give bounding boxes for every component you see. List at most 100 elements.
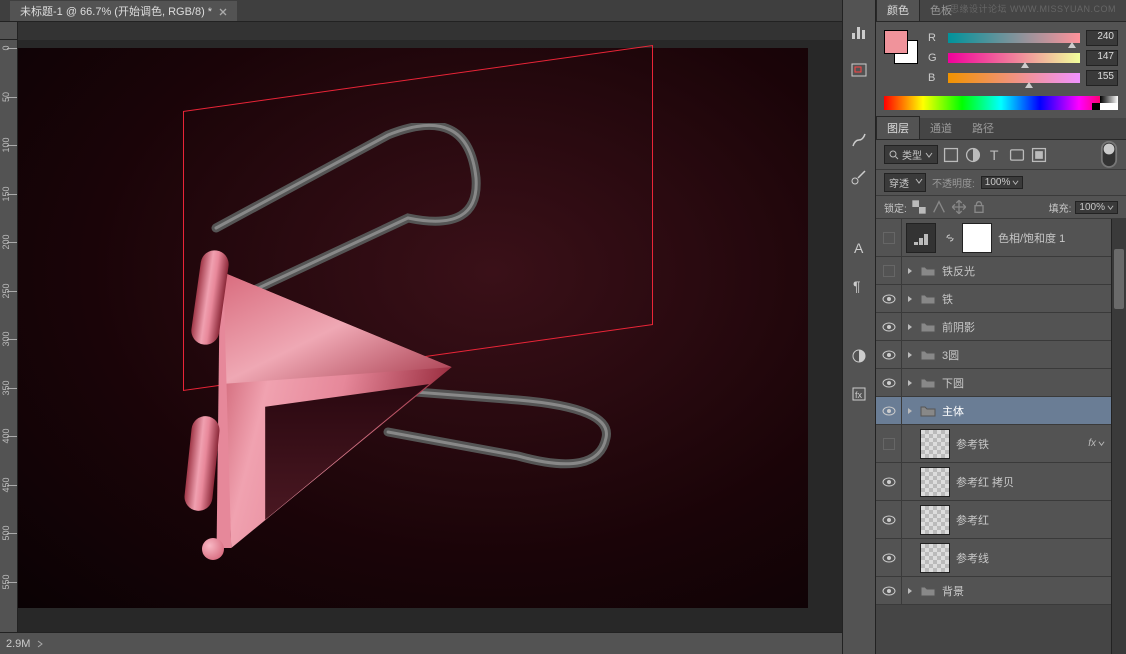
visibility-toggle[interactable] [876, 257, 902, 284]
character-icon[interactable]: A [847, 236, 871, 260]
layer-name[interactable]: 参考红 [956, 512, 1111, 528]
visibility-toggle[interactable] [876, 577, 902, 604]
color-spectrum[interactable] [884, 96, 1118, 110]
tab-channels[interactable]: 通道 [920, 117, 962, 139]
mask-thumb[interactable] [962, 223, 992, 253]
visibility-toggle[interactable] [876, 313, 902, 340]
layer-list-scrollbar[interactable] [1111, 219, 1126, 654]
slider-thumb[interactable] [1068, 42, 1076, 48]
layer-name[interactable]: 铁 [942, 291, 1111, 307]
visibility-toggle[interactable] [876, 539, 902, 576]
color-slider-r[interactable] [948, 33, 1080, 43]
fg-color-swatch[interactable] [884, 30, 908, 54]
color-value-r[interactable]: 240 [1086, 30, 1118, 46]
slider-thumb[interactable] [1021, 62, 1029, 68]
layer-name[interactable]: 参考线 [956, 550, 1111, 566]
canvas-viewport[interactable] [18, 40, 842, 632]
expand-toggle[interactable] [902, 587, 918, 595]
brush-icon[interactable] [847, 128, 871, 152]
slider-thumb[interactable] [1025, 82, 1033, 88]
visibility-toggle[interactable] [876, 501, 902, 538]
scroll-thumb[interactable] [1114, 249, 1124, 309]
layer-row[interactable]: 参考线 [876, 539, 1111, 577]
visibility-toggle[interactable] [876, 285, 902, 312]
layer-row[interactable]: 背景 [876, 577, 1111, 605]
brush-settings-icon[interactable] [847, 166, 871, 190]
opacity-field[interactable]: 100% [981, 176, 1024, 189]
histogram-icon[interactable] [847, 20, 871, 44]
tab-paths[interactable]: 路径 [962, 117, 1004, 139]
fill-field[interactable]: 100% [1075, 201, 1118, 214]
layer-thumb[interactable] [920, 429, 950, 459]
layer-name[interactable]: 前阴影 [942, 319, 1111, 335]
filter-text-icon[interactable]: T [986, 146, 1004, 164]
layer-list[interactable]: 色相/饱和度 1 铁反光铁前阴影 3圆下圆主体参考铁fx 参考红 拷贝参考红参考线背… [876, 219, 1111, 654]
expand-toggle[interactable] [902, 407, 918, 415]
layer-row[interactable]: 前阴影 [876, 313, 1111, 341]
visibility-toggle[interactable] [876, 219, 902, 256]
layer-row[interactable]: 色相/饱和度 1 [876, 219, 1111, 257]
navigator-icon[interactable] [847, 58, 871, 82]
layer-name[interactable]: 参考铁 [956, 436, 1088, 452]
layer-row[interactable]: 主体 [876, 397, 1111, 425]
visibility-toggle[interactable] [876, 425, 902, 462]
layer-row[interactable]: 3圆 [876, 341, 1111, 369]
visibility-toggle[interactable] [876, 341, 902, 368]
tab-layers[interactable]: 图层 [876, 116, 920, 139]
color-slider-b[interactable] [948, 73, 1080, 83]
expand-toggle[interactable] [902, 295, 918, 303]
layer-thumb[interactable] [920, 467, 950, 497]
visibility-toggle[interactable] [876, 369, 902, 396]
lock-all-icon[interactable] [971, 199, 987, 215]
expand-toggle[interactable] [902, 351, 918, 359]
paragraph-icon[interactable]: ¶ [847, 274, 871, 298]
layer-thumb[interactable] [920, 505, 950, 535]
layer-name[interactable]: 背景 [942, 583, 1111, 599]
adjustments-icon[interactable] [847, 344, 871, 368]
layer-name[interactable]: 铁反光 [942, 263, 1111, 279]
lock-pixels-icon[interactable] [931, 199, 947, 215]
ruler-vertical[interactable]: 050100150200250300350400450500550 [0, 40, 18, 632]
color-value-g[interactable]: 147 [1086, 50, 1118, 66]
eye-icon [882, 406, 896, 416]
layer-filter-type[interactable]: 类型 [884, 145, 938, 164]
visibility-toggle[interactable] [876, 463, 902, 500]
expand-toggle[interactable] [902, 379, 918, 387]
lock-transparency-icon[interactable] [911, 199, 927, 215]
layer-row[interactable]: 参考铁fx [876, 425, 1111, 463]
visibility-toggle[interactable] [876, 397, 902, 424]
status-arrow-icon[interactable] [34, 638, 46, 650]
expand-toggle[interactable] [902, 323, 918, 331]
layer-name[interactable]: 3圆 [942, 347, 1111, 363]
color-value-b[interactable]: 155 [1086, 70, 1118, 86]
tab-color[interactable]: 颜色 [876, 0, 920, 21]
layer-row[interactable]: 参考红 拷贝 [876, 463, 1111, 501]
document-canvas[interactable] [18, 48, 808, 608]
filter-toggle-switch[interactable] [1100, 146, 1118, 164]
layer-name[interactable]: 下圆 [942, 375, 1111, 391]
expand-toggle[interactable] [902, 267, 918, 275]
layer-row[interactable]: 铁反光 [876, 257, 1111, 285]
layer-thumb[interactable] [920, 543, 950, 573]
ruler-origin[interactable] [0, 22, 18, 40]
lock-position-icon[interactable] [951, 199, 967, 215]
layer-name[interactable]: 参考红 拷贝 [956, 474, 1111, 490]
layer-name[interactable]: 主体 [942, 403, 1111, 419]
fg-bg-swatches[interactable] [884, 30, 918, 64]
layer-row[interactable]: 铁 [876, 285, 1111, 313]
layer-row[interactable]: 下圆 [876, 369, 1111, 397]
fx-badge[interactable]: fx [1088, 438, 1105, 449]
document-tab[interactable]: 未标题-1 @ 66.7% (开始调色, RGB/8) * [10, 1, 237, 21]
filter-smart-icon[interactable] [1030, 146, 1048, 164]
close-icon[interactable] [219, 8, 227, 16]
blend-mode-select[interactable]: 穿透 [884, 173, 926, 192]
filter-pixel-icon[interactable] [942, 146, 960, 164]
color-slider-g[interactable] [948, 53, 1080, 63]
styles-icon[interactable]: fx [847, 382, 871, 406]
svg-text:T: T [990, 147, 999, 163]
adjustment-thumb[interactable] [906, 223, 936, 253]
layer-row[interactable]: 参考红 [876, 501, 1111, 539]
filter-shape-icon[interactable] [1008, 146, 1026, 164]
layer-name[interactable]: 色相/饱和度 1 [998, 230, 1111, 246]
filter-adjustment-icon[interactable] [964, 146, 982, 164]
